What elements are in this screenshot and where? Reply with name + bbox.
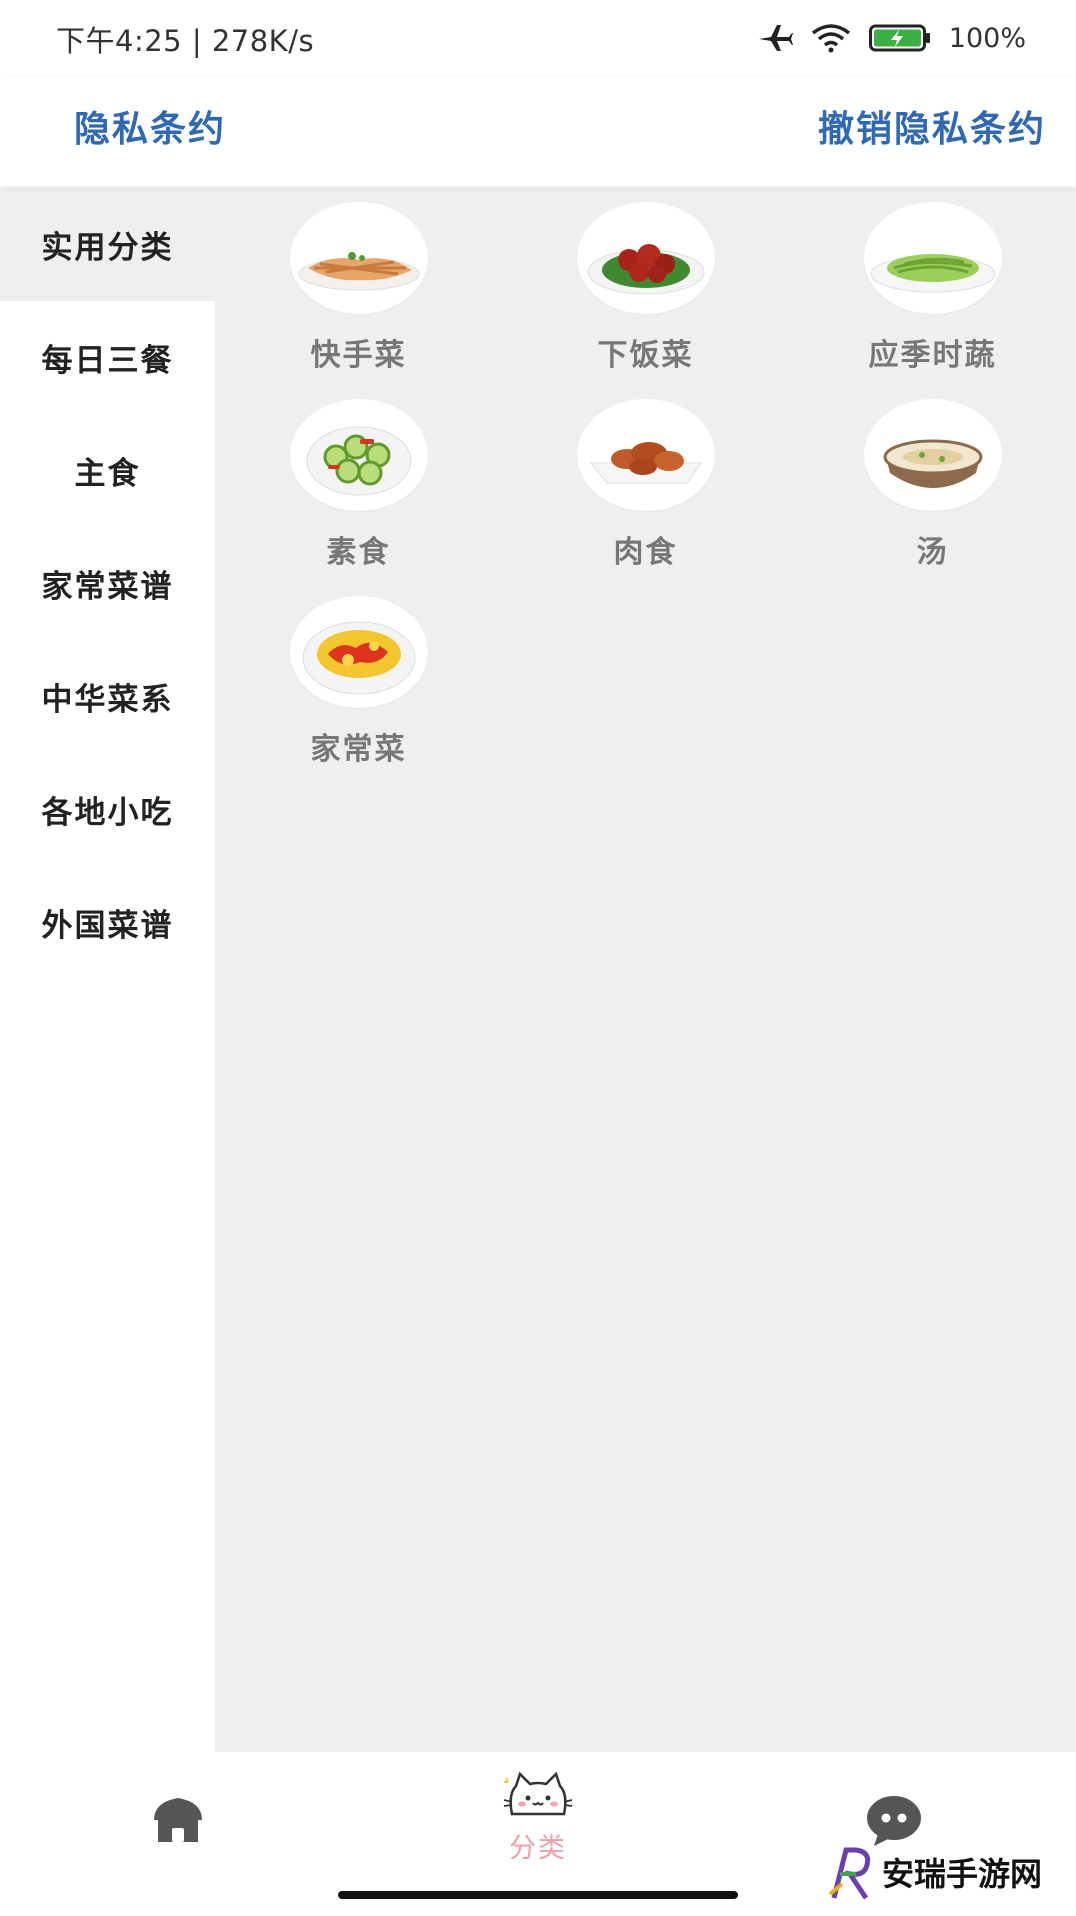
category-grid: 快手菜 下饭菜 应季时蔬 素食 肉食 汤 家常菜	[215, 202, 1076, 793]
airplane-icon	[758, 25, 793, 51]
sidebar-item-label: 家常菜谱	[41, 569, 174, 605]
nav-category-label: 分类	[509, 1833, 567, 1864]
nav-messages-button[interactable]	[864, 1790, 924, 1850]
home-icon	[154, 1798, 202, 1842]
dish-image	[576, 202, 715, 314]
dish-image	[289, 202, 428, 314]
main-content: 实用分类 每日三餐 主食 家常菜谱 中华菜系 各地小吃 外国菜谱 快手菜 下饭菜…	[0, 188, 1076, 1752]
category-label: 快手菜	[310, 338, 407, 373]
sidebar-item-practical[interactable]: 实用分类	[0, 188, 215, 301]
category-item[interactable]: 下饭菜	[502, 202, 789, 399]
sidebar-item-label: 主食	[74, 456, 141, 492]
category-item[interactable]: 汤	[789, 399, 1076, 596]
category-item[interactable]: 素食	[215, 399, 502, 596]
sidebar-item-label: 实用分类	[41, 230, 174, 266]
sidebar-item-label: 各地小吃	[41, 795, 174, 831]
category-label: 素食	[326, 535, 391, 570]
sidebar-item-foreign-recipes[interactable]: 外国菜谱	[0, 866, 215, 979]
category-item[interactable]: 应季时蔬	[789, 202, 1076, 399]
category-label: 肉食	[613, 535, 678, 570]
category-label: 汤	[916, 535, 949, 570]
category-item[interactable]: 快手菜	[215, 202, 502, 399]
header: 隐私条约 撤销隐私条约	[0, 78, 1076, 186]
status-icons: 100%	[757, 20, 1026, 56]
sidebar-item-label: 每日三餐	[41, 343, 174, 379]
category-item[interactable]: 肉食	[502, 399, 789, 596]
dish-image	[863, 399, 1002, 511]
category-sidebar: 实用分类 每日三餐 主食 家常菜谱 中华菜系 各地小吃 外国菜谱	[0, 188, 215, 1752]
watermark-logo-icon	[828, 1847, 871, 1900]
sidebar-item-home-recipes[interactable]: 家常菜谱	[0, 527, 215, 640]
home-indicator	[338, 1891, 738, 1899]
status-time-speed: 下午4:25 | 278K/s	[56, 24, 315, 58]
dish-image	[863, 202, 1002, 314]
category-label: 家常菜	[310, 732, 407, 767]
battery-charging-icon	[868, 24, 930, 52]
chat-bubble-icon	[867, 1796, 921, 1846]
category-item[interactable]: 家常菜	[215, 596, 502, 793]
category-label: 应季时蔬	[868, 338, 997, 373]
nav-home-button[interactable]	[150, 1792, 206, 1848]
revoke-privacy-link[interactable]: 撤销隐私条约	[818, 100, 1046, 152]
sidebar-item-local-snacks[interactable]: 各地小吃	[0, 753, 215, 866]
sidebar-item-chinese-cuisine[interactable]: 中华菜系	[0, 640, 215, 753]
wifi-icon	[811, 24, 850, 53]
category-label: 下饭菜	[597, 338, 694, 373]
privacy-policy-link[interactable]: 隐私条约	[74, 100, 226, 152]
dish-image	[576, 399, 715, 511]
battery-percent: 100%	[948, 22, 1026, 54]
sidebar-item-daily-meals[interactable]: 每日三餐	[0, 301, 215, 414]
sidebar-item-staple[interactable]: 主食	[0, 414, 215, 527]
status-bar: 下午4:25 | 278K/s 100%	[0, 0, 1076, 78]
sidebar-item-label: 中华菜系	[41, 682, 174, 718]
dish-image	[289, 596, 428, 708]
dish-image	[289, 399, 428, 511]
sidebar-item-label: 外国菜谱	[41, 908, 174, 944]
watermark: 安瑞手游网	[826, 1842, 1042, 1902]
watermark-text: 安瑞手游网	[882, 1855, 1043, 1893]
cat-face-icon	[503, 1771, 573, 1816]
nav-category-button[interactable]: 分类	[490, 1770, 586, 1865]
